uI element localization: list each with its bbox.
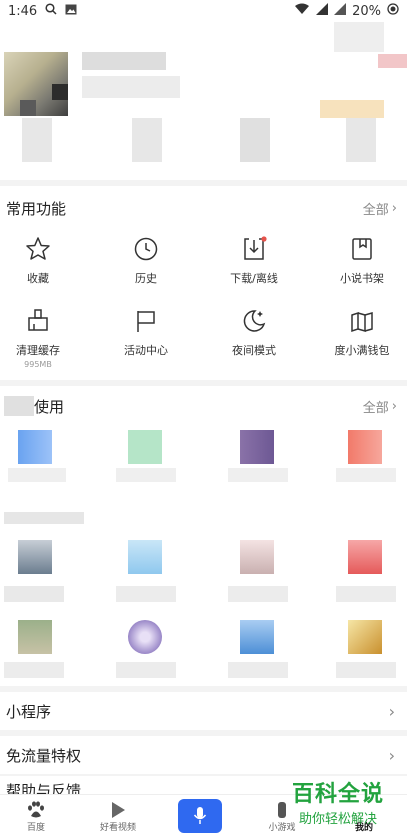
func-activity[interactable]: 活动中心 [96,308,196,358]
common-functions-card: 常用功能 全部 › 收藏 历史 下载/离线 小说书架 清理缓存 995MB 活动… [0,186,407,380]
func-label: 清理缓存 [16,344,60,357]
recent-app-7[interactable] [240,540,274,574]
recent-app-6-label [116,586,176,602]
header-badge-blur [320,100,384,118]
common-more-label: 全部 [362,203,389,218]
header-blur-right-2 [378,54,407,68]
recent-app-1-label [8,468,66,482]
func-label: 活动中心 [124,344,168,357]
image-icon [65,4,77,19]
username-blur [82,52,166,70]
wifi-icon [294,3,310,19]
func-label: 历史 [135,272,157,285]
func-clear-cache[interactable]: 清理缓存 995MB [0,308,88,369]
row-label: 帮助与反馈 [6,782,82,794]
battery-icon [387,3,399,19]
stat-blur-1[interactable] [22,118,52,162]
search-icon [45,3,57,19]
func-label: 小说书架 [340,272,384,285]
recent-app-3-label [228,468,288,482]
recent-app-5[interactable] [18,540,52,574]
recent-more-label: 全部 [362,401,389,416]
watermark-subtitle: 助你轻松解决 [298,812,377,827]
nav-haokan-video[interactable]: 好看视频 [78,795,158,834]
mic-icon [193,807,207,824]
row-free-data[interactable]: 免流量特权 › [0,736,407,774]
header-blur-right [334,22,384,52]
recent-app-7-label [228,586,288,602]
func-label: 夜间模式 [232,344,276,357]
profile-header[interactable] [0,22,407,180]
star-icon [26,237,50,260]
recent-app-3[interactable] [240,430,274,464]
recent-app-10-label [116,662,176,678]
recent-app-10[interactable] [128,620,162,654]
recent-app-6[interactable] [128,540,162,574]
common-more-link[interactable]: 全部 › [363,199,397,218]
play-icon [112,802,125,818]
chevron-right-icon: › [388,701,395,721]
recent-app-11-label [228,662,288,678]
battery-level: 20% [352,3,381,19]
voice-search-button[interactable] [178,799,222,833]
paw-icon [28,801,44,818]
cache-size: 995MB [24,360,52,369]
stat-blur-3[interactable] [240,118,270,162]
chevron-right-icon: › [391,201,397,216]
func-label: 度小满钱包 [334,344,390,357]
func-wallet[interactable]: 度小满钱包 [312,308,407,358]
nav-label: 百度 [26,823,45,833]
recent-app-11[interactable] [240,620,274,654]
recent-app-4[interactable] [348,430,382,464]
row-label: 免流量特权 [6,746,82,765]
download-icon [244,236,267,260]
recent-app-8-label [336,586,396,602]
nav-label: 好看视频 [99,823,136,833]
section-title-recent: 使用 [34,398,65,416]
wallet-icon [351,311,373,333]
recent-app-12-label [336,662,396,678]
broom-icon [28,309,48,331]
row-mini-programs[interactable]: 小程序 › [0,692,407,730]
clock-icon [134,237,158,261]
recent-subheading-blur [4,512,84,524]
bookmark-icon [352,238,372,260]
recent-app-8[interactable] [348,540,382,574]
recent-app-1[interactable] [18,430,52,464]
func-label: 收藏 [27,272,49,285]
func-favorites[interactable]: 收藏 [0,236,88,286]
func-label: 下载/离线 [230,272,278,285]
section-title-common: 常用功能 [6,200,67,218]
recent-app-5-label [4,586,64,602]
row-label: 小程序 [6,702,52,721]
watermark-title: 百科全说 [291,782,384,807]
func-night-mode[interactable]: 夜间模式 [204,308,304,358]
recent-app-2-label [116,468,176,482]
stat-blur-4[interactable] [346,118,376,162]
user-subtitle-blur [82,76,180,98]
moon-icon [243,310,266,332]
recent-use-card: 使用 全部 › [0,386,407,686]
signal-icon-2 [334,3,347,19]
status-bar: 1:46 20% [0,0,407,22]
func-bookshelf[interactable]: 小说书架 [312,236,407,286]
chevron-right-icon: › [388,745,395,765]
watermark: 百科全说 助你轻松解决 [283,776,393,827]
flag-icon [137,311,155,332]
func-downloads[interactable]: 下载/离线 [204,236,304,286]
recent-app-12[interactable] [348,620,382,654]
recent-more-link[interactable]: 全部 › [363,397,397,416]
signal-icon [316,3,329,19]
func-history[interactable]: 历史 [96,236,196,286]
recent-app-4-label [336,468,396,482]
nav-home[interactable]: 百度 [0,795,76,834]
stat-blur-2[interactable] [132,118,162,162]
recent-app-2[interactable] [128,430,162,464]
recent-app-9-label [4,662,64,678]
chevron-right-icon: › [391,399,397,414]
status-time: 1:46 [8,3,38,19]
recent-app-9[interactable] [18,620,52,654]
recent-title-blur [4,396,34,416]
